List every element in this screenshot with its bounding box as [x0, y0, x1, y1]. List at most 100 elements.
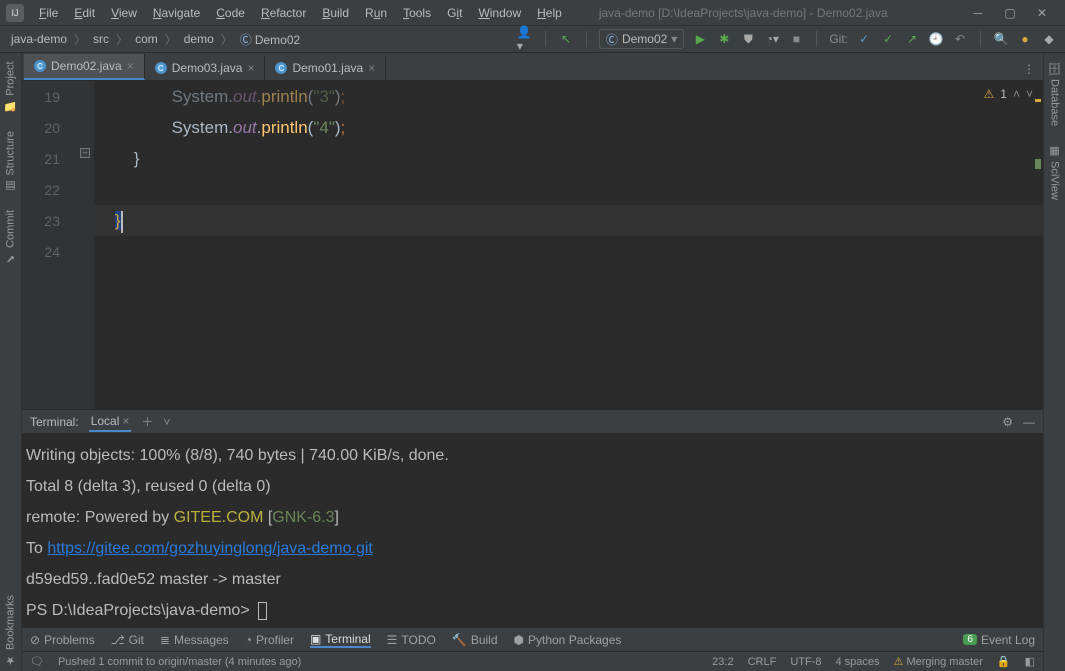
menu-refactor[interactable]: Refactor	[254, 4, 313, 22]
crumb-com[interactable]: com	[132, 31, 161, 47]
crumb-class[interactable]: ⒸDemo02	[237, 30, 303, 49]
next-highlight-icon[interactable]: ˅	[1026, 87, 1033, 101]
menu-help[interactable]: Help	[530, 4, 569, 22]
account-icon[interactable]: 👤▾	[517, 31, 533, 47]
debug-button[interactable]: ✱	[716, 31, 732, 47]
tab-more-button[interactable]: ⋮	[1015, 58, 1043, 80]
profile-button[interactable]: ◔▾	[764, 31, 780, 47]
menu-file[interactable]: File	[32, 4, 65, 22]
git-branch-icon: ⎇	[111, 633, 125, 647]
menu-tools[interactable]: Tools	[396, 4, 438, 22]
menu-navigate[interactable]: Navigate	[146, 4, 207, 22]
menu-code[interactable]: Code	[209, 4, 252, 22]
build-icon: 🔨	[452, 633, 467, 647]
warning-icon: ⚠	[984, 87, 995, 101]
main-menus: File Edit View Navigate Code Refactor Bu…	[32, 4, 569, 22]
sciview-toolwindow-button[interactable]: ▦SciView	[1048, 140, 1061, 204]
inspection-widget[interactable]: ⚠ 1 ˄ ˅	[984, 87, 1033, 101]
readonly-lock-icon[interactable]: 🔒	[997, 655, 1011, 668]
messages-toolwindow-button[interactable]: ≣Messages	[160, 633, 229, 647]
profiler-toolwindow-button[interactable]: ◔Profiler	[245, 633, 294, 647]
menu-bar: IJ File Edit View Navigate Code Refactor…	[0, 0, 1065, 26]
warning-marker[interactable]	[1035, 99, 1041, 102]
git-commit-icon[interactable]: ✓	[880, 31, 896, 47]
terminal-line: To https://gitee.com/gozhuyinglong/java-…	[26, 533, 1041, 564]
breadcrumb: java-demo〉 src〉 com〉 demo〉 ⒸDemo02	[8, 30, 303, 49]
close-tab-icon[interactable]: ×	[127, 59, 134, 73]
fold-toggle-icon[interactable]: –	[80, 148, 90, 158]
terminal-settings-icon[interactable]: ⚙	[1002, 415, 1013, 429]
prev-highlight-icon[interactable]: ˄	[1013, 87, 1020, 101]
search-icon[interactable]: 🔍	[993, 31, 1009, 47]
git-update-icon[interactable]: ✓	[856, 31, 872, 47]
git-push-icon[interactable]: ↗	[904, 31, 920, 47]
java-class-icon: C	[275, 62, 287, 74]
close-terminal-tab-icon[interactable]: ×	[122, 414, 129, 428]
problems-toolwindow-button[interactable]: ⊘Problems	[30, 633, 95, 647]
todo-toolwindow-button[interactable]: ☰TODO	[387, 633, 436, 647]
bookmarks-toolwindow-button[interactable]: ★Bookmarks	[4, 591, 17, 671]
hide-terminal-icon[interactable]: —	[1023, 415, 1035, 429]
git-label: Git:	[829, 32, 848, 46]
menu-build[interactable]: Build	[315, 4, 356, 22]
commit-toolwindow-button[interactable]: ✔Commit	[4, 206, 17, 269]
change-marker[interactable]	[1035, 159, 1041, 169]
caret-position[interactable]: 23:2	[712, 656, 733, 668]
back-hammer-icon[interactable]: ↖	[558, 31, 574, 47]
editor-tab-demo03[interactable]: C Demo03.java ×	[145, 56, 266, 80]
window-title: java-demo [D:\IdeaProjects\java-demo] - …	[599, 6, 888, 20]
crumb-project[interactable]: java-demo	[8, 31, 70, 47]
terminal-dropdown-icon[interactable]: ˅	[163, 415, 170, 429]
menu-git[interactable]: Git	[440, 4, 469, 22]
close-tab-icon[interactable]: ×	[368, 61, 375, 75]
run-button[interactable]: ▶	[692, 31, 708, 47]
crumb-class-label: Demo02	[255, 33, 300, 47]
database-toolwindow-button[interactable]: 🗄Database	[1048, 57, 1061, 130]
window-close-button[interactable]: ✕	[1035, 6, 1049, 20]
git-toolwindow-button[interactable]: ⎇Git	[111, 633, 144, 647]
menu-view[interactable]: View	[104, 4, 144, 22]
ide-settings-icon[interactable]: ●	[1017, 31, 1033, 47]
line-separator[interactable]: CRLF	[748, 656, 777, 668]
editor-tab-demo01[interactable]: C Demo01.java ×	[265, 56, 386, 80]
extra-icon[interactable]: ◆	[1041, 31, 1057, 47]
code-area[interactable]: System.out.println("3"); System.out.prin…	[94, 81, 1043, 409]
project-toolwindow-button[interactable]: 📁Project	[4, 57, 17, 117]
crumb-src[interactable]: src	[90, 31, 112, 47]
menu-window[interactable]: Window	[471, 4, 528, 22]
stop-button[interactable]: ■	[788, 31, 804, 47]
window-minimize-button[interactable]: ─	[971, 6, 985, 20]
run-config-selector[interactable]: ⒸDemo02▾	[599, 29, 684, 49]
close-tab-icon[interactable]: ×	[247, 61, 254, 75]
editor-tab-demo02[interactable]: C Demo02.java ×	[24, 54, 145, 80]
memory-indicator-icon[interactable]: ◧	[1025, 655, 1035, 668]
crumb-demo[interactable]: demo	[181, 31, 217, 47]
app-logo: IJ	[6, 4, 24, 22]
notifications-icon[interactable]: 🗨	[30, 655, 44, 668]
coverage-button[interactable]: ⛊	[740, 31, 756, 47]
terminal-output[interactable]: Writing objects: 100% (8/8), 740 bytes |…	[22, 434, 1043, 627]
python-packages-button[interactable]: ⬢Python Packages	[514, 633, 622, 647]
line-number: 23	[22, 206, 78, 237]
window-maximize-button[interactable]: ▢	[1003, 6, 1017, 20]
file-encoding[interactable]: UTF-8	[790, 656, 821, 668]
git-history-icon[interactable]: 🕘	[928, 31, 944, 47]
code-editor[interactable]: 19 20 21 22 23 24 – System.out.println("…	[22, 81, 1043, 409]
terminal-toolwindow-button[interactable]: ▣Terminal	[310, 632, 371, 648]
menu-run[interactable]: Run	[358, 4, 394, 22]
terminal-line: PS D:\IdeaProjects\java-demo>	[26, 595, 1041, 626]
menu-edit[interactable]: Edit	[67, 4, 102, 22]
terminal-header: Terminal: Local× ＋ ˅ ⚙ —	[22, 410, 1043, 434]
marker-bar[interactable]	[1033, 99, 1043, 409]
terminal-tab-local[interactable]: Local×	[89, 412, 132, 432]
merge-status[interactable]: ⚠ Merging master	[894, 655, 983, 668]
repo-link[interactable]: https://gitee.com/gozhuyinglong/java-dem…	[47, 540, 373, 557]
indent-settings[interactable]: 4 spaces	[836, 656, 880, 668]
build-toolwindow-button[interactable]: 🔨Build	[452, 633, 498, 647]
git-rollback-icon[interactable]: ↶	[952, 31, 968, 47]
warning-icon: ⚠	[894, 656, 904, 668]
new-terminal-button[interactable]: ＋	[141, 413, 153, 430]
right-tool-rail: 🗄Database ▦SciView	[1043, 53, 1065, 671]
event-log-button[interactable]: 6Event Log	[963, 633, 1035, 647]
structure-toolwindow-button[interactable]: ▤Structure	[4, 127, 17, 197]
